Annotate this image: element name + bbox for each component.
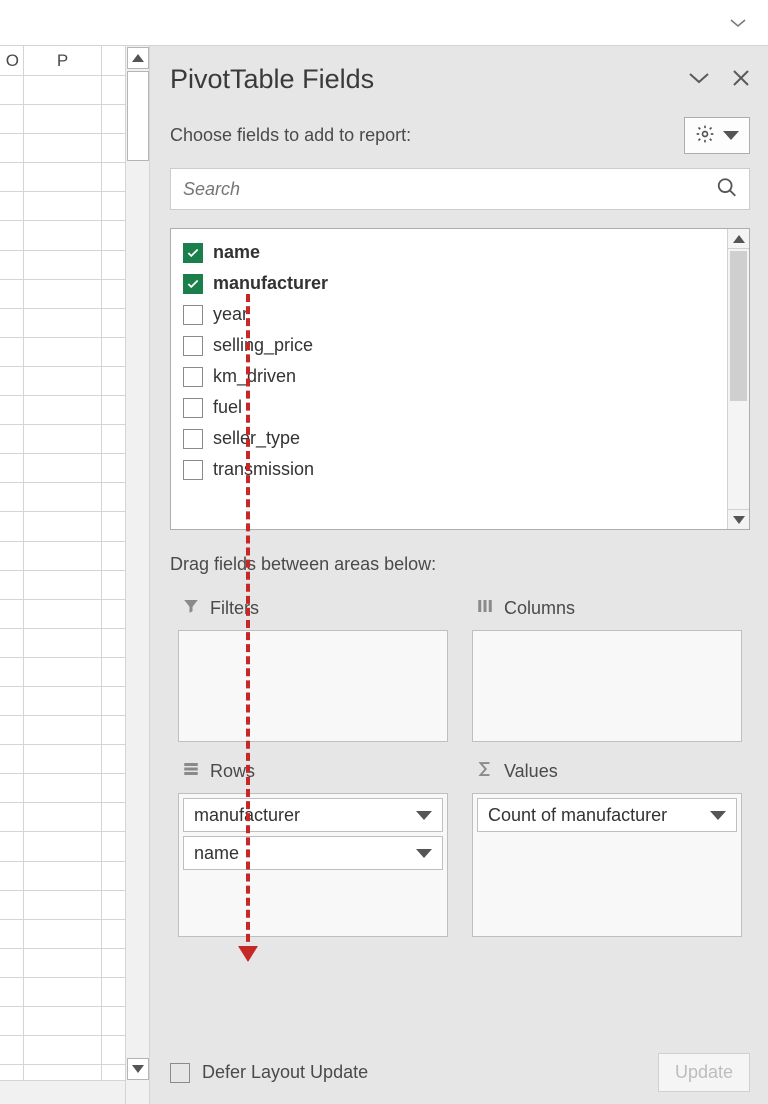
value-pill[interactable]: Count of manufacturer bbox=[477, 798, 737, 832]
checkbox-icon bbox=[183, 336, 203, 356]
chevron-down-icon bbox=[416, 811, 432, 820]
field-label: name bbox=[213, 242, 260, 263]
chevron-down-icon bbox=[710, 811, 726, 820]
columns-label: Columns bbox=[504, 598, 575, 619]
vertical-scrollbar[interactable] bbox=[125, 46, 149, 1104]
pill-label: Count of manufacturer bbox=[488, 805, 667, 826]
pane-subtitle: Choose fields to add to report: bbox=[170, 125, 411, 146]
pane-settings-button[interactable] bbox=[684, 117, 750, 154]
fields-scrollbar[interactable] bbox=[727, 229, 749, 529]
field-item-manufacturer[interactable]: manufacturer bbox=[177, 268, 721, 299]
fields-scroll-down[interactable] bbox=[728, 509, 749, 529]
grid-rows[interactable] bbox=[0, 76, 125, 1104]
vscroll-down-button[interactable] bbox=[127, 1058, 149, 1080]
field-item-km_driven[interactable]: km_driven bbox=[177, 361, 721, 392]
checkbox-icon bbox=[183, 305, 203, 325]
gear-icon bbox=[695, 124, 715, 147]
checkbox-icon bbox=[183, 398, 203, 418]
pane-collapse-button[interactable] bbox=[688, 71, 710, 88]
filter-icon bbox=[182, 597, 200, 620]
pill-label: name bbox=[194, 843, 239, 864]
vscroll-up-button[interactable] bbox=[127, 47, 149, 69]
pane-close-button[interactable] bbox=[732, 69, 750, 90]
pane-title: PivotTable Fields bbox=[170, 64, 374, 95]
rows-label: Rows bbox=[210, 761, 255, 782]
rows-icon bbox=[182, 760, 200, 783]
ribbon-collapse-button[interactable] bbox=[730, 18, 746, 28]
field-label: year bbox=[213, 304, 248, 325]
worksheet-area[interactable]: O P bbox=[0, 46, 150, 1104]
field-item-year[interactable]: year bbox=[177, 299, 721, 330]
search-icon bbox=[716, 177, 738, 202]
field-label: manufacturer bbox=[213, 273, 328, 294]
filters-dropzone[interactable] bbox=[178, 630, 448, 742]
field-label: km_driven bbox=[213, 366, 296, 387]
pivottable-fields-pane: PivotTable Fields Choose fields to add t… bbox=[150, 46, 768, 1104]
field-item-seller_type[interactable]: seller_type bbox=[177, 423, 721, 454]
sigma-icon bbox=[476, 760, 494, 783]
field-label: fuel bbox=[213, 397, 242, 418]
update-button: Update bbox=[658, 1053, 750, 1092]
filters-label: Filters bbox=[210, 598, 259, 619]
chevron-down-icon bbox=[416, 849, 432, 858]
ribbon-bar bbox=[0, 0, 768, 46]
filters-area: Filters bbox=[170, 589, 456, 752]
checkbox-icon bbox=[183, 460, 203, 480]
columns-icon bbox=[476, 597, 494, 620]
fields-scroll-up[interactable] bbox=[728, 229, 749, 249]
drag-areas-label: Drag fields between areas below: bbox=[170, 554, 750, 575]
row-pill-name[interactable]: name bbox=[183, 836, 443, 870]
row-pill-manufacturer[interactable]: manufacturer bbox=[183, 798, 443, 832]
checkbox-icon bbox=[183, 274, 203, 294]
field-item-transmission[interactable]: transmission bbox=[177, 454, 721, 485]
checkbox-icon bbox=[183, 429, 203, 449]
vscroll-thumb[interactable] bbox=[127, 71, 149, 161]
pill-label: manufacturer bbox=[194, 805, 300, 826]
field-item-selling_price[interactable]: selling_price bbox=[177, 330, 721, 361]
values-label: Values bbox=[504, 761, 558, 782]
values-area: Values Count of manufacturer bbox=[464, 752, 750, 947]
column-header-p[interactable]: P bbox=[24, 46, 102, 75]
checkbox-icon bbox=[183, 243, 203, 263]
columns-area: Columns bbox=[464, 589, 750, 752]
defer-layout-label: Defer Layout Update bbox=[202, 1062, 368, 1083]
field-item-name[interactable]: name bbox=[177, 237, 721, 268]
search-input[interactable] bbox=[170, 168, 750, 210]
values-dropzone[interactable]: Count of manufacturer bbox=[472, 793, 742, 937]
fields-list[interactable]: name manufacturer year selling_price km_driv… bbox=[171, 229, 727, 529]
field-label: seller_type bbox=[213, 428, 300, 449]
rows-dropzone[interactable]: manufacturer name bbox=[178, 793, 448, 937]
fields-scroll-thumb[interactable] bbox=[730, 251, 747, 401]
column-header-o[interactable]: O bbox=[0, 46, 24, 75]
field-label: selling_price bbox=[213, 335, 313, 356]
chevron-down-icon bbox=[723, 131, 739, 140]
field-item-fuel[interactable]: fuel bbox=[177, 392, 721, 423]
rows-area: Rows manufacturer name bbox=[170, 752, 456, 947]
field-label: transmission bbox=[213, 459, 314, 480]
checkbox-icon bbox=[183, 367, 203, 387]
columns-dropzone[interactable] bbox=[472, 630, 742, 742]
defer-layout-checkbox[interactable]: Defer Layout Update bbox=[170, 1062, 368, 1083]
